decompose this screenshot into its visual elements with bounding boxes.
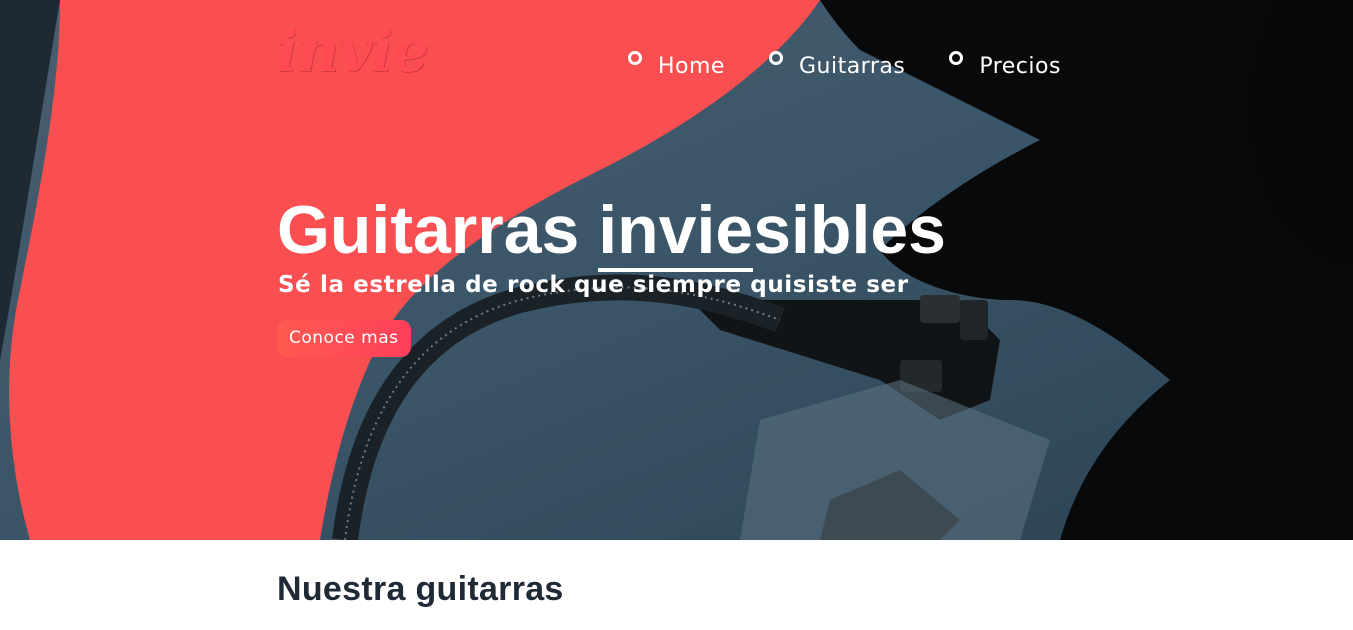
nav-label-precios: Precios — [979, 54, 1061, 79]
nav-item-precios[interactable]: Precios — [949, 50, 1061, 79]
main-nav: Home Guitarras Precios — [628, 50, 1061, 79]
hero-banner: invie Home Guitarras Precios Guitarras i… — [0, 0, 1353, 540]
bullet-icon — [949, 51, 964, 65]
conoce-mas-button[interactable]: Conoce mas — [277, 320, 411, 357]
brand-logo[interactable]: invie — [276, 22, 429, 80]
hero-title: Guitarras inviesibles — [277, 190, 946, 272]
hero-title-underlined: invie — [598, 192, 754, 272]
guitars-section: Nuestra guitarras — [0, 540, 1353, 630]
nav-item-home[interactable]: Home — [628, 50, 725, 79]
nav-item-guitarras[interactable]: Guitarras — [768, 50, 906, 79]
section-title: Nuestra guitarras — [277, 570, 564, 608]
hero-title-prefix: Guitarras — [277, 192, 599, 268]
bullet-icon — [768, 51, 783, 65]
nav-label-guitarras: Guitarras — [798, 54, 906, 79]
hero-subtitle: Sé la estrella de rock que siempre quisi… — [278, 272, 909, 298]
bullet-icon — [628, 51, 642, 65]
hero-title-suffix: sibles — [753, 192, 946, 268]
nav-label-home: Home — [658, 54, 725, 79]
